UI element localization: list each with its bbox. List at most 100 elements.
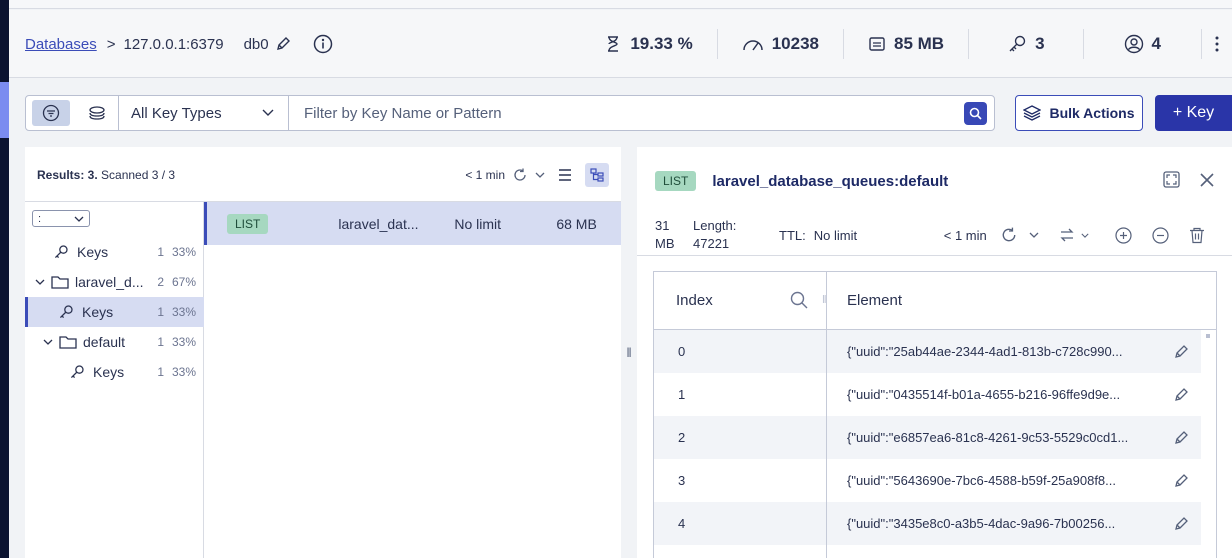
clients-value: 4: [1151, 34, 1161, 53]
folder-icon: [51, 275, 69, 289]
key-type-value: All Key Types: [131, 104, 222, 122]
pencil-icon[interactable]: [1161, 387, 1201, 403]
key-size-unit: MB: [655, 236, 675, 251]
row-element: {"uuid":"e6857ea6-81c8-4261-9c53-5529c0c…: [847, 430, 1129, 445]
key-details-controls: [1163, 171, 1214, 188]
ops-stat: 10238: [718, 29, 844, 59]
plus-circle-icon[interactable]: [1115, 226, 1132, 244]
user-icon: [1124, 34, 1144, 54]
filter-field: [289, 96, 994, 130]
layers-icon: [1023, 105, 1042, 121]
bulk-actions-button[interactable]: Bulk Actions: [1015, 95, 1143, 131]
list-view-icon[interactable]: [553, 163, 577, 187]
chevron-down-icon: [43, 339, 53, 345]
tree-item-label: default: [83, 334, 126, 350]
filter-icon[interactable]: [32, 100, 70, 126]
key-type-badge: LIST: [227, 213, 269, 234]
stack-icon[interactable]: [78, 100, 116, 126]
tree-item-count: 1: [157, 245, 164, 259]
tree-item-count: 1: [157, 365, 164, 379]
tree-item-label: laravel_d...: [75, 274, 144, 290]
tree-item-laravel-keys[interactable]: Keys 1 33%: [25, 297, 204, 327]
key-length-info: Length: 47221: [693, 217, 779, 253]
row-index: 2: [654, 416, 827, 459]
add-key-button[interactable]: + Key: [1155, 95, 1232, 131]
minus-circle-icon[interactable]: [1152, 226, 1169, 244]
keys-panel: Results: 3. Scanned 3 / 3 < 1 min : Keys…: [25, 147, 621, 558]
tree-item-label: Keys: [77, 244, 109, 260]
refresh-icon[interactable]: [513, 168, 527, 182]
search-icon[interactable]: [790, 291, 808, 309]
trash-icon[interactable]: [1189, 227, 1205, 244]
search-icon[interactable]: [964, 102, 987, 125]
list-elements-table: Index ‖ Element 0 {"uuid":"25ab44ae-2344…: [653, 271, 1217, 558]
keys-panel-tools: < 1 min: [465, 163, 609, 187]
keys-value: 3: [1035, 34, 1045, 53]
key-details-panel: LIST laravel_database_queues:default 31 …: [637, 147, 1232, 558]
table-row: 1 {"uuid":"0435514f-b01a-4655-b216-96ffe…: [654, 373, 1201, 416]
key-ttl-label: TTL:: [779, 227, 806, 243]
tree-item-keys[interactable]: Keys 1 33%: [25, 237, 204, 267]
pencil-icon[interactable]: [1161, 516, 1201, 532]
pencil-icon[interactable]: [1161, 344, 1201, 360]
row-element: {"uuid":"3435e8c0-a3b5-4dac-9a96-7b00256…: [847, 516, 1116, 531]
key-length-value: 47221: [693, 236, 730, 251]
filter-input[interactable]: [304, 104, 904, 122]
delimiter-select[interactable]: :: [32, 210, 90, 227]
cpu-stat: 19.33 %: [580, 29, 718, 59]
key-tree: : Keys 1 33% laravel_d... 2 67% Keys 1 3…: [25, 201, 204, 558]
kebab-icon[interactable]: [1202, 29, 1232, 59]
key-length-label: Length:: [693, 218, 737, 233]
key-row[interactable]: LIST laravel_dat... No limit 68 MB: [204, 202, 621, 245]
key-name: laravel_dat...: [338, 215, 419, 232]
pencil-icon[interactable]: [275, 36, 291, 52]
key-icon: [1007, 34, 1027, 54]
refresh-icon[interactable]: [1001, 227, 1017, 243]
chevron-down-icon[interactable]: [1081, 233, 1089, 238]
key-ttl-value[interactable]: No limit: [814, 228, 944, 243]
expand-icon[interactable]: [1163, 171, 1180, 188]
index-column-filler: [654, 545, 827, 558]
chevron-down-icon: [262, 109, 274, 117]
results-summary: Results: 3. Scanned 3 / 3: [37, 168, 175, 182]
cpu-icon: [604, 35, 622, 53]
host-label: 127.0.0.1:6379: [123, 35, 224, 53]
sort-icon[interactable]: [1059, 227, 1075, 243]
chevron-down-icon[interactable]: [535, 172, 545, 178]
tree-item-label: Keys: [93, 364, 125, 380]
row-index: 3: [654, 459, 827, 502]
chevron-down-icon: [35, 279, 45, 285]
tree-item-count: 2: [157, 275, 164, 289]
key-type-select[interactable]: All Key Types: [119, 96, 289, 130]
row-element: {"uuid":"0435514f-b01a-4655-b216-96ffe9d…: [847, 387, 1121, 402]
pencil-icon[interactable]: [1161, 473, 1201, 489]
table-row: 0 {"uuid":"25ab44ae-2344-4ad1-813b-c728c…: [654, 330, 1201, 373]
tree-item-count: 1: [157, 335, 164, 349]
breadcrumb-databases-link[interactable]: Databases: [25, 36, 97, 53]
row-index: 1: [654, 373, 827, 416]
meta-divider: [637, 255, 1232, 256]
info-icon[interactable]: [313, 34, 333, 54]
ops-value: 10238: [771, 34, 819, 53]
scrollbar[interactable]: [1206, 334, 1210, 338]
tree-item-default-keys[interactable]: Keys 1 33%: [25, 357, 204, 387]
bulk-actions-label: Bulk Actions: [1049, 105, 1135, 121]
tree-item-laravel[interactable]: laravel_d... 2 67%: [25, 267, 204, 297]
pencil-icon[interactable]: [1161, 430, 1201, 446]
speedometer-icon: [742, 36, 764, 52]
memory-icon: [868, 35, 886, 53]
close-icon[interactable]: [1200, 172, 1214, 187]
chevron-down-icon[interactable]: [1029, 232, 1039, 238]
key-size: 68 MB: [556, 215, 597, 232]
tree-item-percent: 67%: [171, 275, 196, 289]
tree-view-icon[interactable]: [585, 163, 609, 187]
keys-stat: 3: [969, 29, 1084, 59]
panel-resize-handle[interactable]: ‖: [621, 147, 637, 558]
column-resize-handle[interactable]: ‖: [822, 294, 827, 306]
tree-item-default[interactable]: default 1 33%: [25, 327, 204, 357]
table-row: 3 {"uuid":"5643690e-7bc6-4588-b59f-25a90…: [654, 459, 1201, 502]
row-index: 0: [654, 330, 827, 373]
tree-item-percent: 33%: [171, 335, 196, 349]
key-type-badge: LIST: [655, 171, 697, 191]
key-meta: 31 MB Length: 47221 TTL: No limit < 1 mi…: [655, 215, 1232, 255]
